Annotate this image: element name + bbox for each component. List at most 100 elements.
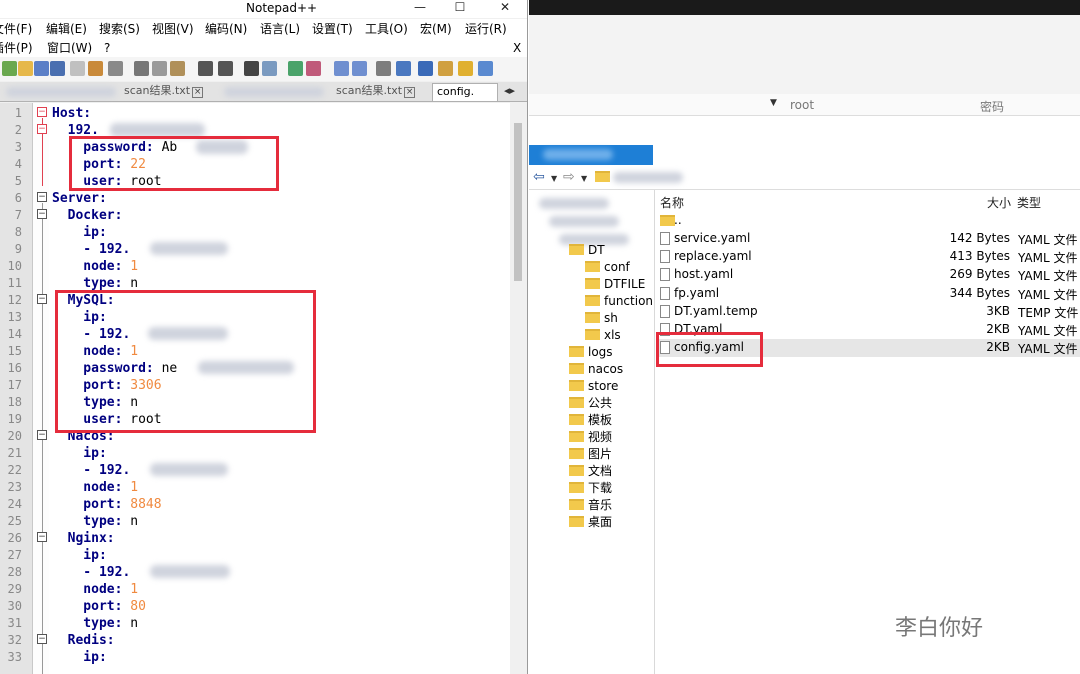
dropdown-arrow-icon[interactable]: ▼ [551, 174, 557, 183]
column-size[interactable]: 大小 [987, 194, 1011, 211]
copy-icon[interactable] [152, 61, 167, 76]
tree-item-label: xls [604, 328, 621, 342]
tree-item-DTFILE[interactable]: DTFILE [585, 276, 645, 292]
wrap-icon[interactable] [376, 61, 391, 76]
menu-macro[interactable]: 宏(M) [420, 21, 452, 37]
column-name[interactable]: 名称 [660, 194, 684, 211]
undo-icon[interactable] [198, 61, 213, 76]
menu-run[interactable]: 运行(R) [465, 21, 507, 37]
tab-label: scan结果.txt [336, 84, 403, 97]
zoom-in-icon[interactable] [288, 61, 303, 76]
tree-item-label: nacos [588, 362, 624, 376]
cut-icon[interactable] [134, 61, 149, 76]
tree-item-xls[interactable]: xls [585, 327, 621, 343]
menu-search[interactable]: 搜索(S) [99, 21, 140, 37]
tree-item-conf[interactable]: conf [585, 259, 630, 275]
menu-language[interactable]: 语言(L) [260, 21, 300, 37]
paste-icon[interactable] [170, 61, 185, 76]
sync-v-icon[interactable] [334, 61, 349, 76]
code-line: port: 8848 [52, 496, 161, 513]
yaml-key: ip: [52, 548, 107, 563]
back-icon[interactable]: ⇦ [533, 169, 545, 185]
file-size: 142 Bytes [949, 231, 1010, 245]
find-icon[interactable] [244, 61, 259, 76]
tree-item-音乐[interactable]: 音乐 [569, 497, 612, 513]
fold-toggle-icon[interactable]: − [37, 209, 47, 219]
folder-icon [585, 261, 600, 272]
replace-icon[interactable] [262, 61, 277, 76]
file-row[interactable]: service.yaml 142 Bytes YAML 文件 [656, 230, 1080, 248]
tree-item-视频[interactable]: 视频 [569, 429, 612, 445]
save-all-icon[interactable] [50, 61, 65, 76]
fold-toggle-icon[interactable]: − [37, 192, 47, 202]
menu-tools[interactable]: 工具(O) [365, 21, 408, 37]
file-row[interactable]: fp.yaml 344 Bytes YAML 文件 [656, 285, 1080, 303]
close-file-icon[interactable] [70, 61, 85, 76]
open-file-icon[interactable] [18, 61, 33, 76]
tab-scroll-arrows[interactable]: ◂▸ [500, 83, 526, 101]
username-field[interactable]: root [790, 98, 814, 112]
menu-settings[interactable]: 设置(T) [312, 21, 353, 37]
line-number: 25 [7, 514, 22, 528]
tree-item-store[interactable]: store [569, 378, 618, 394]
fold-toggle-icon[interactable]: − [37, 430, 47, 440]
column-type[interactable]: 类型 [1017, 194, 1041, 211]
zoom-out-icon[interactable] [306, 61, 321, 76]
yaml-key: node: [52, 582, 123, 597]
tree-item-sh[interactable]: sh [585, 310, 618, 326]
tree-item-logs[interactable]: logs [569, 344, 613, 360]
doc-map-icon[interactable] [438, 61, 453, 76]
tree-item-下载[interactable]: 下载 [569, 480, 612, 496]
tab-scan-2[interactable]: scan结果.txt × [332, 83, 428, 101]
tab-close-icon[interactable]: × [404, 87, 416, 98]
fold-toggle-icon[interactable]: − [37, 124, 47, 134]
file-row[interactable]: replace.yaml 413 Bytes YAML 文件 [656, 248, 1080, 266]
minimize-icon[interactable]: — [405, 0, 435, 16]
forward-icon[interactable]: ⇨ [563, 169, 575, 185]
menu-file[interactable]: 文件(F) [0, 21, 32, 37]
dropdown-arrow-icon[interactable]: ▼ [581, 174, 587, 183]
close-doc-icon[interactable]: X [513, 40, 521, 56]
menu-encoding[interactable]: 编码(N) [205, 21, 247, 37]
fold-toggle-icon[interactable]: − [37, 294, 47, 304]
tree-item-模板[interactable]: 模板 [569, 412, 612, 428]
file-row[interactable]: host.yaml 269 Bytes YAML 文件 [656, 266, 1080, 284]
close-icon[interactable]: ✕ [490, 0, 520, 16]
sync-h-icon[interactable] [352, 61, 367, 76]
dropdown-arrow-icon[interactable]: ▼ [770, 98, 777, 108]
folder-workspace-icon[interactable] [478, 61, 493, 76]
fold-toggle-icon[interactable]: − [37, 634, 47, 644]
file-row[interactable]: DT.yaml.temp 3KB TEMP 文件 [656, 303, 1080, 321]
new-file-icon[interactable] [2, 61, 17, 76]
line-number: 26 [7, 531, 22, 545]
parent-folder-row[interactable]: .. [656, 212, 1080, 230]
tree-item-桌面[interactable]: 桌面 [569, 514, 612, 530]
fold-toggle-icon[interactable]: − [37, 107, 47, 117]
tab-close-icon[interactable]: × [192, 87, 204, 98]
tree-item-公共[interactable]: 公共 [569, 395, 612, 411]
menu-plugins[interactable]: 插件(P) [0, 40, 33, 56]
code-editor[interactable]: 1 2 3 4 5 6 7 8 9 10 11 12 13 14 15 16 17 18 19 20 21 22 23 24 2… [0, 103, 527, 674]
tab-config[interactable]: config. [432, 83, 498, 101]
scrollbar-thumb[interactable] [514, 123, 522, 281]
redo-icon[interactable] [218, 61, 233, 76]
address-bar[interactable]: ⇦ ▼ ⇨ ▼ [529, 166, 1080, 190]
show-all-chars-icon[interactable] [396, 61, 411, 76]
close-all-icon[interactable] [88, 61, 103, 76]
tree-item-DT[interactable]: DT [569, 242, 605, 258]
indent-guide-icon[interactable] [418, 61, 433, 76]
tab-scan-1[interactable]: scan结果.txt × [120, 83, 214, 101]
fold-toggle-icon[interactable]: − [37, 532, 47, 542]
tree-item-function[interactable]: function [585, 293, 653, 309]
menu-window[interactable]: 窗口(W) [47, 40, 92, 56]
tree-item-图片[interactable]: 图片 [569, 446, 612, 462]
save-icon[interactable] [34, 61, 49, 76]
function-list-icon[interactable] [458, 61, 473, 76]
tree-item-nacos[interactable]: nacos [569, 361, 623, 377]
tree-item-文档[interactable]: 文档 [569, 463, 612, 479]
maximize-icon[interactable]: ☐ [445, 0, 475, 16]
menu-edit[interactable]: 编辑(E) [46, 21, 87, 37]
menu-help[interactable]: ? [104, 40, 110, 56]
print-icon[interactable] [108, 61, 123, 76]
menu-view[interactable]: 视图(V) [152, 21, 194, 37]
